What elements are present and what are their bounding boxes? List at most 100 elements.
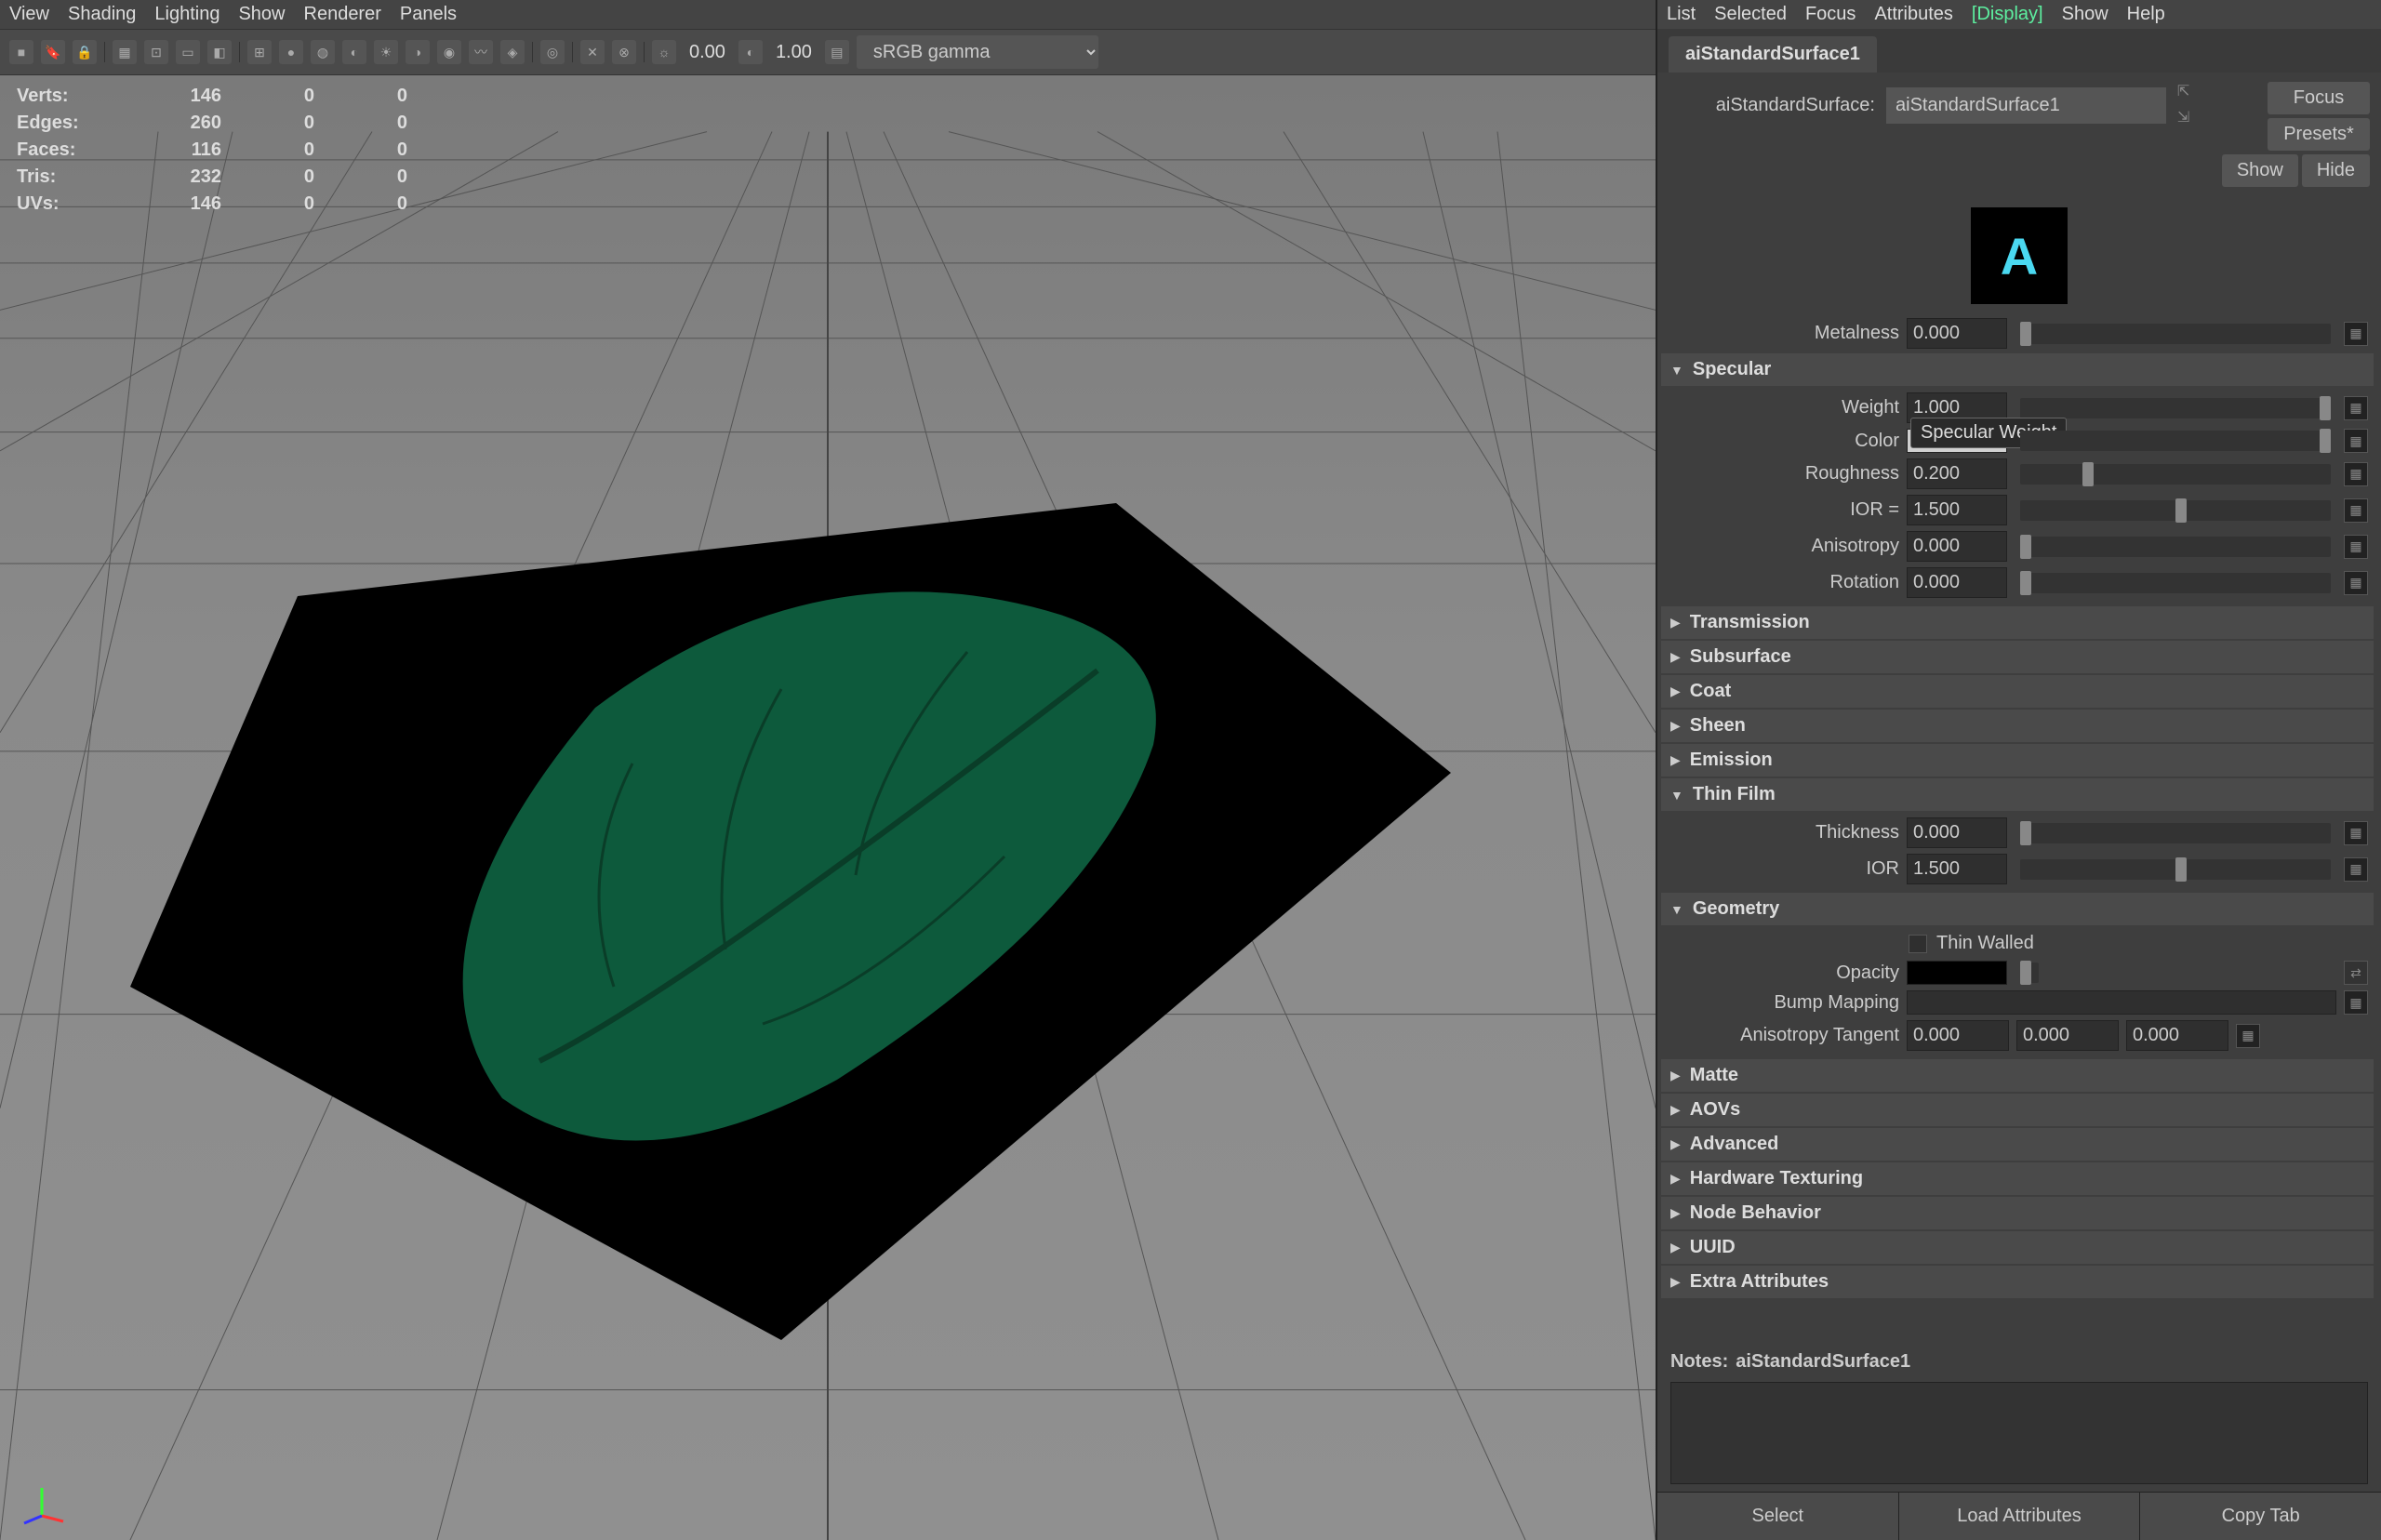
- rotation-slider[interactable]: [2020, 573, 2331, 593]
- aniso-tangent-x-field[interactable]: [1907, 1020, 2009, 1051]
- ior-field[interactable]: [1907, 495, 2007, 525]
- geometry-section-header[interactable]: ▼Geometry: [1661, 893, 2374, 925]
- aniso-tangent-y-field[interactable]: [2016, 1020, 2119, 1051]
- coat-section-header[interactable]: ▶Coat: [1661, 675, 2374, 708]
- tf-ior-slider[interactable]: [2020, 859, 2331, 880]
- focus-button[interactable]: Focus: [2268, 82, 2370, 114]
- aniso-tangent-z-field[interactable]: [2126, 1020, 2228, 1051]
- metalness-field[interactable]: [1907, 318, 2007, 349]
- opacity-slider[interactable]: [2020, 962, 2039, 983]
- sheen-section-header[interactable]: ▶Sheen: [1661, 710, 2374, 742]
- view-transform-icon[interactable]: ▤: [825, 40, 849, 64]
- thin-walled-checkbox[interactable]: [1909, 935, 1927, 953]
- show-button[interactable]: Show: [2222, 154, 2298, 187]
- anisotropy-field[interactable]: [1907, 531, 2007, 562]
- menu-display[interactable]: [Display]: [1972, 4, 2043, 25]
- menu-selected[interactable]: Selected: [1714, 4, 1787, 25]
- wireframe-on-shaded-icon[interactable]: ◍: [311, 40, 335, 64]
- opacity-swatch[interactable]: [1907, 961, 2007, 985]
- metalness-slider[interactable]: [2020, 324, 2331, 344]
- go-to-output-icon[interactable]: ⇱: [2177, 82, 2198, 102]
- gate-mask-icon[interactable]: ◧: [207, 40, 232, 64]
- film-gate-icon[interactable]: ⊡: [144, 40, 168, 64]
- lock-camera-icon[interactable]: 🔒: [73, 40, 97, 64]
- resolution-gate-icon[interactable]: ▭: [176, 40, 200, 64]
- bump-field[interactable]: [1907, 990, 2336, 1015]
- menu-panels[interactable]: Panels: [400, 4, 457, 25]
- menu-shading[interactable]: Shading: [68, 4, 136, 25]
- uuid-section-header[interactable]: ▶UUID: [1661, 1231, 2374, 1264]
- anti-alias-icon[interactable]: ◈: [500, 40, 525, 64]
- image-plane-icon[interactable]: ▦: [113, 40, 137, 64]
- spec-weight-slider[interactable]: [2020, 398, 2331, 418]
- xray-icon[interactable]: ✕: [580, 40, 605, 64]
- gamma-icon[interactable]: ◐: [738, 40, 763, 64]
- tf-ior-map-icon[interactable]: ▦: [2344, 857, 2368, 882]
- menu-view[interactable]: View: [9, 4, 49, 25]
- go-to-input-icon[interactable]: ⇲: [2177, 108, 2198, 128]
- menu-list[interactable]: List: [1667, 4, 1696, 25]
- anisotropy-slider[interactable]: [2020, 537, 2331, 557]
- copy-tab-button[interactable]: Copy Tab: [2140, 1493, 2381, 1540]
- notes-textarea[interactable]: [1670, 1382, 2368, 1484]
- spec-weight-map-icon[interactable]: ▦: [2344, 396, 2368, 420]
- camera-icon[interactable]: ■: [9, 40, 33, 64]
- transmission-section-header[interactable]: ▶Transmission: [1661, 606, 2374, 639]
- presets-button[interactable]: Presets*: [2268, 118, 2370, 151]
- anisotropy-map-icon[interactable]: ▦: [2344, 535, 2368, 559]
- attr-tab[interactable]: aiStandardSurface1: [1669, 36, 1877, 73]
- tf-thickness-field[interactable]: [1907, 817, 2007, 848]
- shaded-icon[interactable]: ●: [279, 40, 303, 64]
- menu-focus[interactable]: Focus: [1805, 4, 1856, 25]
- tf-ior-field[interactable]: [1907, 854, 2007, 884]
- advanced-section-header[interactable]: ▶Advanced: [1661, 1128, 2374, 1161]
- thin-film-section-header[interactable]: ▼Thin Film: [1661, 778, 2374, 811]
- menu-renderer[interactable]: Renderer: [304, 4, 381, 25]
- menu-help[interactable]: Help: [2127, 4, 2165, 25]
- spec-color-slider[interactable]: [2020, 431, 2331, 451]
- color-space-select[interactable]: sRGB gamma: [857, 35, 1098, 69]
- rotation-map-icon[interactable]: ▦: [2344, 571, 2368, 595]
- metalness-map-icon[interactable]: ▦: [2344, 322, 2368, 346]
- roughness-map-icon[interactable]: ▦: [2344, 462, 2368, 486]
- bump-map-icon[interactable]: ▦: [2344, 990, 2368, 1015]
- exposure-icon[interactable]: ☼: [652, 40, 676, 64]
- wireframe-icon[interactable]: ⊞: [247, 40, 272, 64]
- emission-section-header[interactable]: ▶Emission: [1661, 744, 2374, 777]
- node-behavior-section-header[interactable]: ▶Node Behavior: [1661, 1197, 2374, 1229]
- use-all-lights-icon[interactable]: ☀: [374, 40, 398, 64]
- spec-color-map-icon[interactable]: ▦: [2344, 429, 2368, 453]
- isolate-select-icon[interactable]: ◎: [540, 40, 565, 64]
- ior-map-icon[interactable]: ▦: [2344, 498, 2368, 523]
- node-name-field[interactable]: [1886, 87, 2166, 124]
- menu-attributes[interactable]: Attributes: [1874, 4, 1952, 25]
- roughness-field[interactable]: [1907, 458, 2007, 489]
- ao-icon[interactable]: ◉: [437, 40, 461, 64]
- extra-attributes-section-header[interactable]: ▶Extra Attributes: [1661, 1266, 2374, 1298]
- matte-section-header[interactable]: ▶Matte: [1661, 1059, 2374, 1092]
- menu-show[interactable]: Show: [2062, 4, 2108, 25]
- subsurface-section-header[interactable]: ▶Subsurface: [1661, 641, 2374, 673]
- menu-show[interactable]: Show: [238, 4, 285, 25]
- load-attributes-button[interactable]: Load Attributes: [1899, 1493, 2141, 1540]
- rotation-field[interactable]: [1907, 567, 2007, 598]
- hardware-texturing-section-header[interactable]: ▶Hardware Texturing: [1661, 1162, 2374, 1195]
- viewport-3d[interactable]: Verts:14600 Edges:26000 Faces:11600 Tris…: [0, 75, 1656, 1540]
- ior-slider[interactable]: [2020, 500, 2331, 521]
- motion-blur-icon[interactable]: 〰: [469, 40, 493, 64]
- opacity-map-connected-icon[interactable]: ⇄: [2344, 961, 2368, 985]
- roughness-slider[interactable]: [2020, 464, 2331, 485]
- material-swatch[interactable]: A: [1971, 207, 2068, 304]
- textured-icon[interactable]: ◐: [342, 40, 366, 64]
- bookmark-icon[interactable]: 🔖: [41, 40, 65, 64]
- tf-thickness-slider[interactable]: [2020, 823, 2331, 843]
- xray-joints-icon[interactable]: ⊗: [612, 40, 636, 64]
- aniso-tangent-map-icon[interactable]: ▦: [2236, 1024, 2260, 1048]
- textured-plane-object[interactable]: [112, 466, 1451, 1359]
- tf-thickness-map-icon[interactable]: ▦: [2344, 821, 2368, 845]
- menu-lighting[interactable]: Lighting: [154, 4, 219, 25]
- aovs-section-header[interactable]: ▶AOVs: [1661, 1094, 2374, 1126]
- select-button[interactable]: Select: [1657, 1493, 1899, 1540]
- shadows-icon[interactable]: ◑: [406, 40, 430, 64]
- specular-section-header[interactable]: ▼ Specular: [1661, 353, 2374, 386]
